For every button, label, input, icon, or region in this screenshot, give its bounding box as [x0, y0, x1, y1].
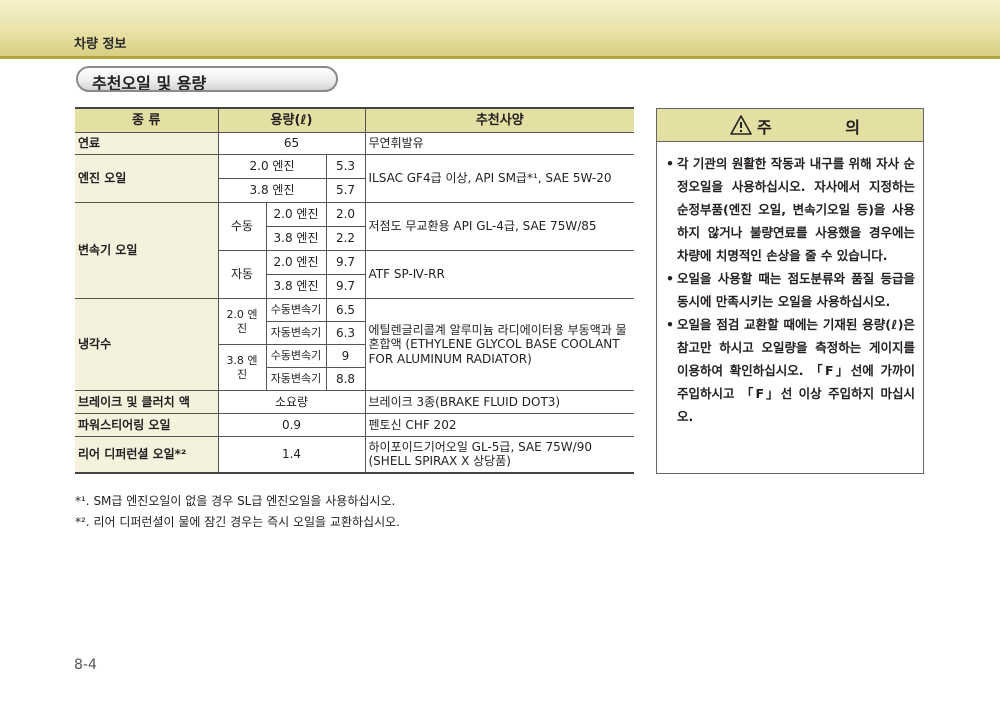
caution-item: • 오일을 사용할 때는 점도분류와 품질 등급을 동시에 만족시키는 오일을 … [663, 267, 915, 313]
caution-box: 주 의 • 각 기관의 원활한 작동과 내구를 위해 자사 순정오일을 사용하십… [656, 108, 924, 474]
transmission-engine: 3.8 엔진 [266, 274, 327, 299]
caution-body: • 각 기관의 원활한 작동과 내구를 위해 자사 순정오일을 사용하십시오. … [657, 142, 923, 428]
oil-spec-table: 종 류 용량(ℓ) 추천사양 연료 65 무연휘발유 엔진 오일 2.0 엔진 … [75, 107, 634, 474]
transmission-capacity: 2.0 [325, 202, 366, 227]
coolant-capacity: 6.3 [325, 321, 365, 345]
col-header-capacity: 용량(ℓ) [217, 107, 366, 133]
row-label-brake: 브레이크 및 클러치 액 [75, 390, 219, 414]
table-row-transmission: 변속기 오일 수동 2.0 엔진 2.0 저점도 무교환용 API GL-4급,… [75, 202, 634, 299]
caution-item-text: 각 기관의 원활한 작동과 내구를 위해 자사 순정오일을 사용하십시오. 자사… [677, 156, 915, 263]
fuel-spec: 무연휘발유 [364, 132, 634, 155]
transmission-capacity: 2.2 [325, 226, 365, 251]
transmission-auto-label: 자동 [218, 250, 267, 299]
caution-header: 주 의 [657, 109, 923, 142]
row-label-diff: 리어 디퍼런셜 오일*² [75, 436, 219, 473]
page-title: 추천오일 및 용량 [92, 74, 207, 92]
coolant-transmission: 수동변속기 [265, 298, 327, 322]
coolant-transmission: 수동변속기 [265, 344, 327, 368]
caution-title: 주 의 [757, 118, 895, 137]
col-header-type: 종 류 [75, 107, 219, 133]
bullet-icon: • [666, 156, 674, 171]
power-steering-capacity: 0.9 [217, 413, 366, 437]
transmission-capacity: 9.7 [325, 250, 366, 275]
page-title-pill: 추천오일 및 용량 [76, 66, 338, 92]
section-label: 차량 정보 [74, 37, 127, 52]
table-row-brake: 브레이크 및 클러치 액 소요량 브레이크 3종(BRAKE FLUID DOT… [75, 390, 634, 414]
transmission-engine: 2.0 엔진 [265, 250, 327, 275]
caution-item: • 각 기관의 원활한 작동과 내구를 위해 자사 순정오일을 사용하십시오. … [663, 152, 915, 267]
table-header-row: 종 류 용량(ℓ) 추천사양 [75, 107, 634, 133]
fuel-capacity: 65 [217, 132, 366, 155]
row-label-fuel: 연료 [75, 132, 219, 155]
page-number: 8-4 [74, 657, 97, 673]
transmission-engine: 2.0 엔진 [265, 202, 327, 227]
warning-triangle-icon [730, 115, 752, 135]
table-row-engine-oil: 엔진 오일 2.0 엔진 5.3 ILSAC GF4급 이상, API SM급*… [75, 154, 634, 203]
transmission-auto-spec: ATF SP-Ⅳ-RR [364, 250, 634, 299]
caution-item-text: 오일을 사용할 때는 점도분류와 품질 등급을 동시에 만족시키는 오일을 사용… [677, 271, 915, 309]
footnote-1: *¹. SM급 엔진오일이 없을 경우 SL급 엔진오일을 사용하십시오. [75, 494, 396, 508]
coolant-capacity: 6.5 [325, 298, 366, 322]
power-steering-spec: 펜토신 CHF 202 [364, 413, 634, 437]
table-row-diff: 리어 디퍼런셜 오일*² 1.4 하이포이드기어오일 GL-5급, SAE 75… [75, 436, 634, 473]
diff-capacity: 1.4 [217, 436, 366, 473]
engine-oil-capacity: 5.3 [325, 154, 366, 179]
coolant-transmission: 자동변속기 [266, 321, 327, 345]
row-label-engine-oil: 엔진 오일 [75, 154, 219, 203]
transmission-engine: 3.8 엔진 [266, 226, 327, 251]
transmission-manual-spec: 저점도 무교환용 API GL-4급, SAE 75W/85 [364, 202, 634, 251]
engine-oil-engine: 3.8 엔진 [218, 178, 327, 203]
coolant-transmission: 자동변속기 [266, 367, 327, 391]
table-row-fuel: 연료 65 무연휘발유 [75, 132, 634, 155]
transmission-capacity: 9.7 [325, 274, 365, 299]
footnote-2: *². 리어 디퍼런셜이 물에 잠긴 경우는 즉시 오일을 교환하십시오. [75, 515, 400, 529]
table-row-power-steering: 파워스티어링 오일 0.9 펜토신 CHF 202 [75, 413, 634, 437]
row-label-power-steering: 파워스티어링 오일 [75, 413, 219, 437]
header-band [0, 0, 1000, 56]
caution-item: • 오일을 점검 교환할 때에는 기재된 용량(ℓ)은 참고만 하시고 오일량을… [663, 313, 915, 428]
coolant-engine: 2.0 엔진 [217, 298, 267, 345]
caution-item-text: 오일을 점검 교환할 때에는 기재된 용량(ℓ)은 참고만 하시고 오일량을 측… [677, 317, 915, 424]
diff-spec: 하이포이드기어오일 GL-5급, SAE 75W/90 (SHELL SPIRA… [364, 436, 634, 473]
coolant-capacity: 9 [325, 344, 365, 368]
coolant-engine: 3.8 엔진 [218, 344, 267, 391]
row-label-coolant: 냉각수 [75, 298, 219, 391]
engine-oil-capacity: 5.7 [325, 178, 365, 203]
col-header-spec: 추천사양 [364, 107, 634, 133]
coolant-capacity: 8.8 [325, 367, 365, 391]
coolant-spec: 에틸렌글리콜계 알루미늄 라디에이터용 부동액과 물 혼합액 (ETHYLENE… [364, 298, 634, 391]
transmission-manual-label: 수동 [217, 202, 267, 251]
brake-capacity: 소요량 [217, 390, 366, 414]
header-divider [0, 56, 1000, 59]
row-label-transmission: 변속기 오일 [75, 202, 219, 299]
engine-oil-spec: ILSAC GF4급 이상, API SM급*¹, SAE 5W-20 [364, 154, 634, 203]
engine-oil-engine: 2.0 엔진 [217, 154, 327, 179]
table-row-coolant: 냉각수 2.0 엔진 수동변속기 6.5 에틸렌글리콜계 알루미늄 라디에이터용… [75, 298, 634, 391]
brake-spec: 브레이크 3종(BRAKE FLUID DOT3) [364, 390, 634, 414]
bullet-icon: • [666, 271, 674, 286]
bullet-icon: • [666, 317, 674, 332]
